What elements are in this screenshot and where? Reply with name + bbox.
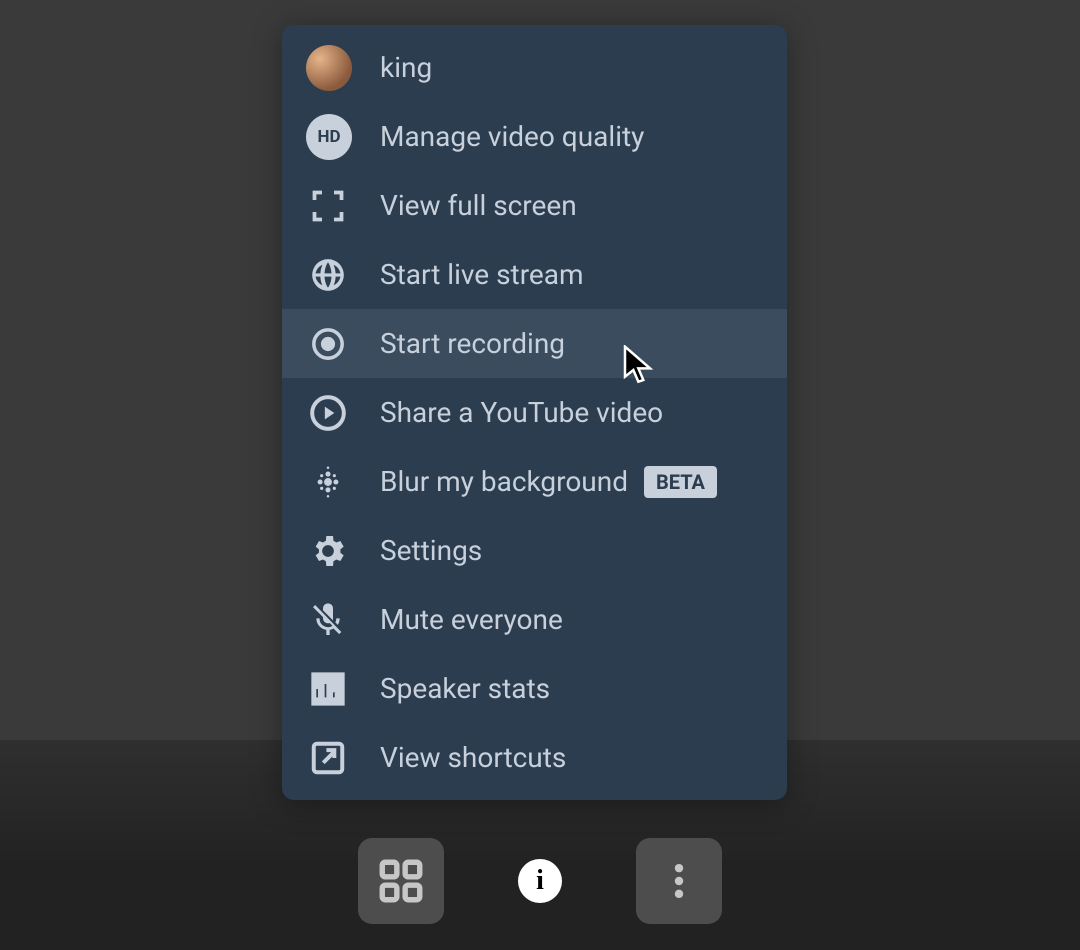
livestream-label: Start live stream — [380, 258, 584, 291]
blur-icon — [306, 460, 350, 504]
menu-item-profile[interactable]: king — [282, 33, 787, 102]
fullscreen-icon — [306, 184, 350, 228]
avatar — [306, 45, 352, 91]
speaker-stats-label: Speaker stats — [380, 672, 550, 705]
info-icon: i — [536, 865, 544, 897]
shortcuts-label: View shortcuts — [380, 741, 566, 774]
settings-label: Settings — [380, 534, 482, 567]
tile-view-button[interactable] — [358, 838, 444, 924]
menu-item-settings[interactable]: Settings — [282, 516, 787, 585]
mute-all-label: Mute everyone — [380, 603, 563, 636]
menu-item-quality[interactable]: HD Manage video quality — [282, 102, 787, 171]
grid-icon — [376, 856, 426, 906]
more-vertical-icon — [657, 859, 701, 903]
globe-icon — [306, 253, 350, 297]
record-icon — [306, 322, 350, 366]
chart-icon — [306, 667, 350, 711]
gear-icon — [306, 529, 350, 573]
blur-label: Blur my background — [380, 465, 628, 498]
quality-label: Manage video quality — [380, 120, 644, 153]
youtube-label: Share a YouTube video — [380, 396, 663, 429]
menu-item-blur[interactable]: Blur my background BETA — [282, 447, 787, 516]
user-name-label: king — [380, 51, 432, 84]
mic-off-icon — [306, 598, 350, 642]
menu-item-shortcuts[interactable]: View shortcuts — [282, 723, 787, 792]
menu-item-livestream[interactable]: Start live stream — [282, 240, 787, 309]
info-button[interactable]: i — [518, 859, 562, 903]
menu-item-recording[interactable]: Start recording — [282, 309, 787, 378]
bottom-toolbar: i — [0, 838, 1080, 924]
more-button[interactable] — [636, 838, 722, 924]
play-circle-icon — [306, 391, 350, 435]
more-actions-menu: king HD Manage video quality View full s… — [282, 25, 787, 800]
menu-item-mute-all[interactable]: Mute everyone — [282, 585, 787, 654]
menu-item-youtube[interactable]: Share a YouTube video — [282, 378, 787, 447]
recording-label: Start recording — [380, 327, 565, 360]
beta-badge: BETA — [644, 466, 717, 498]
hd-icon: HD — [306, 114, 352, 160]
external-link-icon — [306, 736, 350, 780]
fullscreen-label: View full screen — [380, 189, 577, 222]
menu-item-fullscreen[interactable]: View full screen — [282, 171, 787, 240]
menu-item-speaker-stats[interactable]: Speaker stats — [282, 654, 787, 723]
